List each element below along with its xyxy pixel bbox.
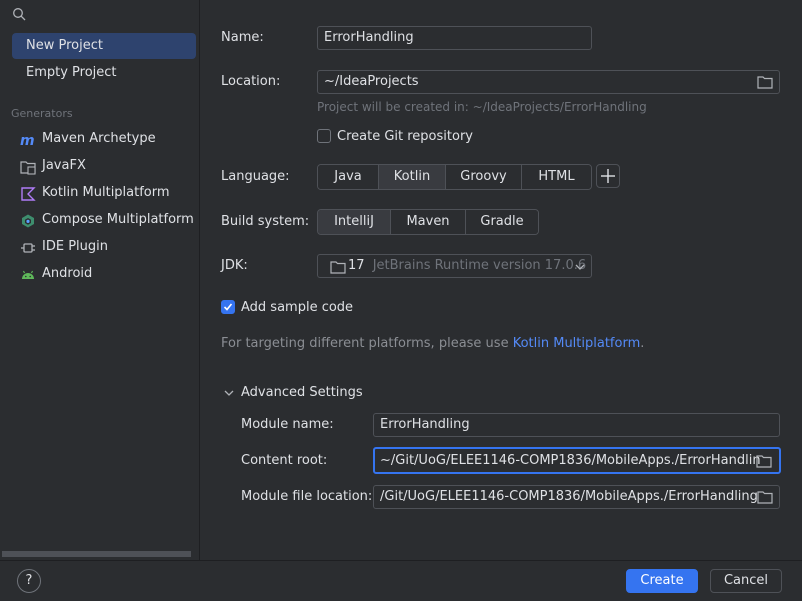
- sidebar: New Project Empty Project Generators m M…: [0, 0, 200, 560]
- targeting-text-end: .: [640, 336, 645, 351]
- jdk-version: 17: [348, 258, 365, 273]
- plugin-icon: [21, 243, 35, 253]
- project-form: Name: ErrorHandling Location: ~/IdeaProj…: [201, 0, 802, 560]
- cancel-button[interactable]: Cancel: [710, 569, 782, 593]
- sidebar-item-label: Maven Archetype: [42, 131, 156, 146]
- location-label: Location:: [221, 74, 281, 89]
- dialog-footer: ? Create Cancel: [0, 560, 802, 601]
- sidebar-item-empty-project[interactable]: Empty Project: [12, 60, 196, 86]
- jdk-name: JetBrains Runtime version 17.0.6: [372, 258, 587, 273]
- content-root-input[interactable]: ~/Git/UoG/ELEE1146-COMP1836/MobileApps./…: [373, 447, 781, 474]
- location-input-value: ~/IdeaProjects: [324, 74, 419, 89]
- content-root-label: Content root:: [241, 453, 328, 468]
- name-label: Name:: [221, 30, 264, 45]
- sidebar-item-new-project[interactable]: New Project: [12, 33, 196, 59]
- javafx-icon: [20, 161, 36, 175]
- android-icon: [22, 270, 34, 279]
- sidebar-item-label: Compose Multiplatform: [42, 212, 194, 227]
- sidebar-item-javafx[interactable]: JavaFX: [12, 153, 196, 179]
- git-checkbox-label[interactable]: Create Git repository: [337, 129, 473, 144]
- language-groovy-button[interactable]: Groovy: [446, 165, 522, 189]
- kotlin-icon: [21, 187, 36, 201]
- sidebar-item-label: JavaFX: [42, 158, 86, 173]
- module-file-location-input[interactable]: /Git/UoG/ELEE1146-COMP1836/MobileApps./E…: [373, 485, 780, 509]
- compose-icon: [22, 214, 34, 228]
- svg-text:m: m: [20, 133, 35, 148]
- name-input-value: ErrorHandling: [324, 30, 414, 45]
- jdk-dropdown[interactable]: 17 JetBrains Runtime version 17.0.6: [317, 254, 592, 278]
- chevron-down-icon: [575, 264, 585, 270]
- build-system-selector: IntelliJ Maven Gradle: [317, 209, 539, 235]
- targeting-text-start: For targeting different platforms, pleas…: [221, 336, 513, 351]
- language-selector: Java Kotlin Groovy HTML: [317, 164, 592, 190]
- sidebar-item-label: Kotlin Multiplatform: [42, 185, 170, 200]
- jdk-folder-icon: [330, 261, 346, 274]
- targeting-text: For targeting different platforms, pleas…: [221, 336, 644, 351]
- plus-icon: [601, 169, 615, 183]
- search-icon[interactable]: [12, 7, 26, 21]
- module-name-value: ErrorHandling: [380, 417, 470, 432]
- sidebar-item-label: Android: [42, 266, 93, 281]
- sample-code-checkbox[interactable]: [221, 300, 235, 314]
- jdk-label: JDK:: [221, 258, 248, 273]
- language-label: Language:: [221, 169, 290, 184]
- build-intellij-button[interactable]: IntelliJ: [318, 210, 391, 234]
- language-html-button[interactable]: HTML: [522, 165, 591, 189]
- location-hint: Project will be created in: ~/IdeaProjec…: [317, 100, 647, 114]
- content-root-value: ~/Git/UoG/ELEE1146-COMP1836/MobileApps./…: [380, 453, 761, 468]
- create-button[interactable]: Create: [626, 569, 698, 593]
- module-name-input[interactable]: ErrorHandling: [373, 413, 780, 437]
- language-kotlin-button[interactable]: Kotlin: [379, 165, 446, 189]
- sidebar-item-kotlin-multiplatform[interactable]: Kotlin Multiplatform: [12, 180, 196, 206]
- sample-code-label[interactable]: Add sample code: [241, 300, 353, 315]
- help-button[interactable]: ?: [17, 569, 41, 593]
- sidebar-item-compose-multiplatform[interactable]: Compose Multiplatform: [12, 207, 196, 233]
- chevron-down-icon: [224, 390, 234, 396]
- sidebar-item-maven-archetype[interactable]: m Maven Archetype: [12, 126, 196, 152]
- maven-icon: m: [20, 133, 35, 148]
- module-file-location-label: Module file location:: [241, 489, 373, 504]
- location-input[interactable]: ~/IdeaProjects: [317, 70, 780, 94]
- folder-icon[interactable]: [757, 490, 773, 504]
- build-system-label: Build system:: [221, 214, 310, 229]
- language-java-button[interactable]: Java: [318, 165, 379, 189]
- folder-icon[interactable]: [756, 454, 772, 468]
- sidebar-item-label: New Project: [26, 38, 103, 53]
- folder-icon[interactable]: [757, 75, 773, 89]
- add-language-button[interactable]: [596, 164, 620, 188]
- kotlin-multiplatform-link[interactable]: Kotlin Multiplatform: [513, 336, 641, 351]
- sidebar-item-label: Empty Project: [26, 65, 117, 80]
- checkmark-icon: [223, 303, 233, 311]
- sidebar-item-ide-plugin[interactable]: IDE Plugin: [12, 234, 196, 260]
- module-name-label: Module name:: [241, 417, 334, 432]
- sidebar-item-label: IDE Plugin: [42, 239, 108, 254]
- sidebar-item-android[interactable]: Android: [12, 261, 196, 287]
- advanced-settings-title: Advanced Settings: [241, 385, 363, 400]
- build-gradle-button[interactable]: Gradle: [466, 210, 538, 234]
- generators-header: Generators: [11, 107, 73, 120]
- build-maven-button[interactable]: Maven: [391, 210, 466, 234]
- name-input[interactable]: ErrorHandling: [317, 26, 592, 50]
- git-checkbox[interactable]: [317, 129, 331, 143]
- module-file-location-value: /Git/UoG/ELEE1146-COMP1836/MobileApps./E…: [380, 489, 758, 504]
- sidebar-scrollbar[interactable]: [2, 551, 191, 557]
